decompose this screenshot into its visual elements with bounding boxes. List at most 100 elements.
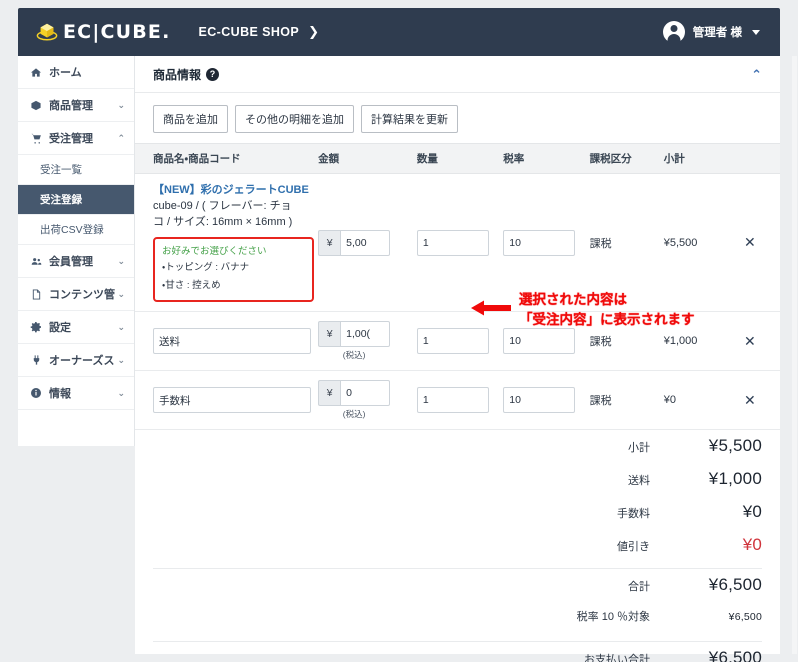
- user-label: 管理者 様: [692, 27, 742, 39]
- total-label: 税率 10 ％対象: [576, 611, 650, 624]
- row-subtotal: ¥1,000: [663, 335, 698, 348]
- column-header-taxkbn: 課税区分: [589, 143, 664, 174]
- yen-icon: ¥: [318, 229, 341, 256]
- chevron-up-icon[interactable]: ⌃: [751, 68, 762, 81]
- main-content: 商品情報 ? ⌃ 商品を追加 その他の明細を追加 計算結果を更新 商品名・商品コ…: [135, 56, 780, 662]
- gear-icon: [29, 321, 43, 333]
- cell-amount: ¥ (税込): [318, 370, 417, 431]
- sidebar-item-member[interactable]: 会員管理 ⌄: [18, 245, 134, 278]
- chevron-down-icon: ⌄: [117, 354, 125, 365]
- other-line-name-input[interactable]: [153, 387, 311, 414]
- total-value: ¥1,000: [708, 469, 762, 489]
- totals-panel: 小計 ¥5,500 送料 ¥1,000 手数料 ¥0 値引き ¥0 合計 ¥6,…: [135, 430, 780, 662]
- tax-rate-input[interactable]: [503, 328, 576, 355]
- users-icon: [29, 256, 43, 267]
- column-header-product: 商品名・商品コード: [135, 143, 319, 174]
- total-row: 送料 ¥1,000: [153, 469, 762, 502]
- total-label: 合計: [628, 581, 650, 594]
- chevron-down-icon: ⌄: [117, 255, 125, 266]
- total-row: 税率 10 ％対象 ¥6,500: [153, 608, 762, 641]
- quantity-input[interactable]: [416, 328, 489, 355]
- top-header-bar: EC|CUBE. EC-CUBE SHOP ❯ 管理者 様: [18, 8, 780, 56]
- column-header-taxrate: 税率: [503, 143, 590, 174]
- sidebar-item-settings[interactable]: 設定 ⌄: [18, 311, 134, 344]
- chevron-right-icon: ❯: [308, 24, 320, 39]
- amount-input[interactable]: [340, 321, 391, 348]
- row-subtotal: ¥0: [663, 394, 676, 407]
- total-value: ¥6,500: [708, 575, 762, 595]
- delete-row-icon[interactable]: ✕: [744, 333, 756, 349]
- table-row: ¥ (税込) 課税 ¥0: [135, 370, 780, 431]
- column-header-amount: 金額: [318, 143, 417, 174]
- app-root: EC|CUBE. EC-CUBE SHOP ❯ 管理者 様 ホーム 商品管理 ⌄: [0, 0, 798, 662]
- option-line: ・甘さ : 控えめ: [162, 279, 221, 291]
- cell-other-name: [135, 311, 319, 372]
- sidebar-subitem-shipping-csv[interactable]: 出荷CSV登録: [18, 215, 134, 245]
- home-icon: [29, 67, 43, 78]
- add-other-line-button[interactable]: その他の明細を追加: [235, 105, 354, 133]
- sidebar-item-ownersstore[interactable]: オーナーズストア ⌄: [18, 344, 134, 377]
- other-line-name-input[interactable]: [153, 328, 311, 355]
- quantity-input[interactable]: [416, 229, 489, 256]
- sidebar-item-label: コンテンツ管理: [49, 289, 115, 301]
- amount-field-group: ¥: [318, 321, 391, 348]
- tax-rate-input[interactable]: [503, 387, 576, 414]
- quantity-input[interactable]: [416, 387, 489, 414]
- help-icon[interactable]: ?: [206, 67, 220, 81]
- total-label: 手数料: [617, 508, 650, 521]
- page-scrollbar-track[interactable]: [792, 56, 797, 654]
- cell-amount: ¥ (税込): [318, 311, 417, 372]
- selected-options-box: お好みでお選びください ・トッピング : バナナ ・甘さ : 控えめ: [153, 236, 315, 303]
- sidebar-subitem-label: 出荷CSV登録: [40, 224, 104, 236]
- shop-switcher[interactable]: EC-CUBE SHOP ❯: [199, 24, 320, 40]
- amount-field-group: ¥: [318, 229, 391, 256]
- brand-logo[interactable]: EC|CUBE.: [36, 21, 171, 43]
- tax-kbn-label: 課税: [589, 395, 612, 408]
- table-header-row: 商品名・商品コード 金額 数量 税率 課税区分 小計: [135, 143, 780, 174]
- product-name-link[interactable]: 【NEW】彩のジェラートCUBE: [153, 183, 318, 199]
- yen-icon: ¥: [318, 380, 341, 407]
- chevron-down-icon: ⌄: [117, 387, 125, 398]
- option-heading: お好みでお選びください: [162, 245, 267, 257]
- sidebar-subitem-order-list[interactable]: 受注一覧: [18, 155, 134, 185]
- sidebar-item-home[interactable]: ホーム: [18, 56, 134, 89]
- total-value: ¥0: [742, 502, 762, 522]
- tax-rate-input[interactable]: [503, 229, 576, 256]
- totals-group-sum: 合計 ¥6,500 税率 10 ％対象 ¥6,500: [153, 569, 762, 641]
- card-header: 商品情報 ? ⌃: [135, 56, 780, 93]
- delete-row-icon[interactable]: ✕: [744, 234, 756, 250]
- table-header: 商品名・商品コード 金額 数量 税率 課税区分 小計: [135, 143, 780, 174]
- chevron-down-icon: ⌄: [117, 99, 125, 110]
- total-value: ¥5,500: [708, 436, 762, 456]
- chevron-down-icon: ⌄: [117, 321, 125, 332]
- discount-value: ¥0: [742, 535, 762, 555]
- sidebar-item-product[interactable]: 商品管理 ⌄: [18, 89, 134, 122]
- cell-quantity: [416, 311, 504, 372]
- sidebar-subitem-order-register[interactable]: 受注登録: [18, 185, 134, 215]
- total-value: ¥6,500: [728, 611, 762, 624]
- amount-input[interactable]: [340, 380, 391, 407]
- sidebar-item-content[interactable]: コンテンツ管理 ⌄: [18, 278, 134, 311]
- cell-tax-rate: [503, 370, 590, 431]
- yen-icon: ¥: [318, 321, 341, 348]
- row-subtotal: ¥5,500: [663, 236, 698, 249]
- cell-tax-kbn: 課税: [589, 311, 664, 372]
- total-row: 小計 ¥5,500: [153, 436, 762, 469]
- sidebar-item-order[interactable]: 受注管理 ⌃: [18, 122, 134, 155]
- amount-input[interactable]: [340, 229, 391, 256]
- totals-group-breakdown: 小計 ¥5,500 送料 ¥1,000 手数料 ¥0 値引き ¥0: [153, 430, 762, 568]
- total-row: 値引き ¥0: [153, 535, 762, 568]
- sidebar-item-info[interactable]: 情報 ⌄: [18, 377, 134, 410]
- sidebar-item-label: 商品管理: [49, 100, 93, 112]
- column-header-delete: [743, 143, 780, 174]
- delete-row-icon[interactable]: ✕: [744, 392, 756, 408]
- add-product-button[interactable]: 商品を追加: [153, 105, 228, 133]
- recalculate-button[interactable]: 計算結果を更新: [361, 105, 458, 133]
- cell-quantity: [416, 370, 504, 431]
- product-code-line1: cube-09 / ( フレーバー: チョ: [153, 199, 292, 212]
- info-icon: [29, 387, 43, 399]
- user-menu[interactable]: 管理者 様: [662, 21, 760, 43]
- cell-subtotal: ¥5,500: [663, 173, 744, 313]
- total-label: 小計: [628, 442, 650, 455]
- sidebar-subitem-label: 受注登録: [40, 194, 82, 206]
